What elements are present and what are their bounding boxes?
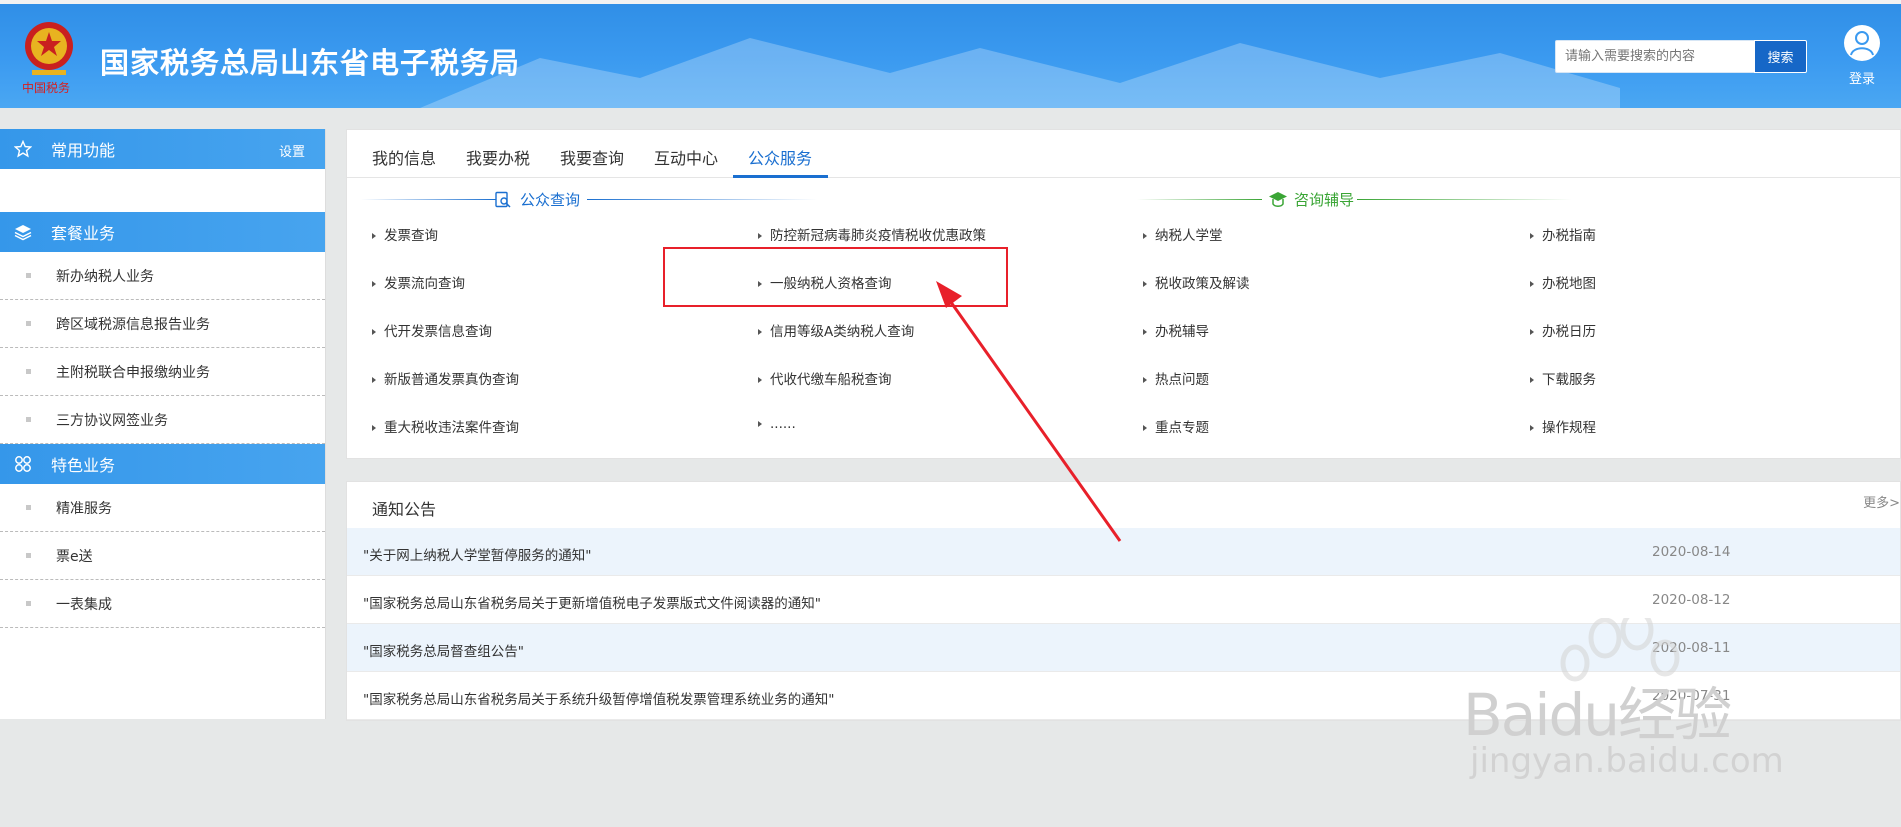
sidebar-item-label: 精准服务 <box>56 500 112 517</box>
link-tax-calendar[interactable]: 办税日历 <box>1530 320 1596 340</box>
notice-row-title[interactable]: "关于网上纳税人学堂暂停服务的通知" <box>363 544 591 564</box>
bullet-square <box>26 417 31 422</box>
sidebar-item-label: 新办纳税人业务 <box>56 268 154 285</box>
sidebar-item-cross-region[interactable]: 跨区域税源信息报告业务 <box>0 300 325 348</box>
link-invoice-flow-query[interactable]: 发票流向查询 <box>372 272 465 292</box>
sidebar-item-joint-declaration[interactable]: 主附税联合申报缴纳业务 <box>0 348 325 396</box>
notice-title: 通知公告 <box>372 500 437 519</box>
link-epidemic-policy[interactable]: 防控新冠病毒肺炎疫情税收优惠政策 <box>758 224 986 244</box>
bullet-square <box>26 273 31 278</box>
tax-emblem-logo: 中国税务 <box>22 22 73 95</box>
divider-line <box>587 199 817 200</box>
divider-line <box>1357 199 1572 200</box>
search-input[interactable] <box>1555 40 1755 73</box>
public-query-title: 公众查询 <box>520 191 581 209</box>
link-hot-issues[interactable]: 热点问题 <box>1143 368 1209 388</box>
sidebar-item-one-form[interactable]: 一表集成 <box>0 580 325 628</box>
layers-icon <box>14 223 32 241</box>
notice-row[interactable]: "关于网上纳税人学堂暂停服务的通知" 2020-08-14 <box>347 528 1900 576</box>
highlight-box <box>663 247 1008 307</box>
common-functions-header: 常用功能 设置 <box>0 129 325 169</box>
sidebar-item-precise-service[interactable]: 精准服务 <box>0 484 325 532</box>
sidebar: 常用功能 设置 套餐业务 新办纳税人业务 跨区域税源信息报告业务 主附税联合申报… <box>0 129 326 719</box>
sidebar-item-label: 三方协议网签业务 <box>56 412 168 429</box>
sidebar-item-label: 主附税联合申报缴纳业务 <box>56 364 210 381</box>
bullet-square <box>26 553 31 558</box>
link-tax-map[interactable]: 办税地图 <box>1530 272 1596 292</box>
notice-more-link[interactable]: 更多> <box>1863 492 1900 511</box>
notice-row-date: 2020-08-12 <box>1652 592 1731 608</box>
link-tax-violation-query[interactable]: 重大税收违法案件查询 <box>372 416 519 436</box>
tab-interaction[interactable]: 互动中心 <box>654 145 718 169</box>
bullet-square <box>26 505 31 510</box>
bullet-square <box>26 369 31 374</box>
consult-heading: 咨询辅导 <box>1268 189 1354 210</box>
bullet-square <box>26 601 31 606</box>
notice-row-title[interactable]: "国家税务总局山东省税务局关于更新增值税电子发票版式文件阅读器的通知" <box>363 592 821 612</box>
site-header: 中国税务 国家税务总局山东省电子税务局 搜索 登录 <box>0 0 1901 108</box>
divider-line <box>361 199 496 200</box>
watermark-brand: Baidu经验 <box>1463 681 1732 749</box>
public-query-heading: 公众查询 <box>494 189 580 210</box>
divider-line <box>1137 199 1262 200</box>
link-invoice-query[interactable]: 发票查询 <box>372 224 438 244</box>
sidebar-item-label: 一表集成 <box>56 596 112 613</box>
package-business-title: 套餐业务 <box>51 224 116 243</box>
link-operation-rules[interactable]: 操作规程 <box>1530 416 1596 436</box>
graduation-cap-icon <box>1269 191 1287 207</box>
link-key-topics[interactable]: 重点专题 <box>1143 416 1209 436</box>
grid-icon <box>14 455 32 473</box>
featured-business-title: 特色业务 <box>51 456 116 475</box>
svg-text:中国税务: 中国税务 <box>22 80 70 95</box>
login-label: 登录 <box>1848 72 1875 87</box>
mountain-decoration <box>420 38 1620 108</box>
sidebar-item-tripartite-agreement[interactable]: 三方协议网签业务 <box>0 396 325 444</box>
link-tax-tutoring[interactable]: 办税辅导 <box>1143 320 1209 340</box>
link-more-ellipsis[interactable]: ...... <box>758 416 796 432</box>
sidebar-item-invoice-delivery[interactable]: 票e送 <box>0 532 325 580</box>
active-tab-indicator <box>733 175 828 178</box>
user-avatar-icon <box>1844 25 1880 61</box>
notice-row-title[interactable]: "国家税务总局督查组公告" <box>363 640 524 660</box>
featured-business-header: 特色业务 <box>0 444 325 484</box>
link-taxpayer-school[interactable]: 纳税人学堂 <box>1143 224 1223 244</box>
link-credit-a-query[interactable]: 信用等级A类纳税人查询 <box>758 320 914 340</box>
star-icon <box>14 140 32 158</box>
link-issued-invoice-query[interactable]: 代开发票信息查询 <box>372 320 492 340</box>
sidebar-item-label: 跨区域税源信息报告业务 <box>56 316 210 333</box>
tab-my-info[interactable]: 我的信息 <box>372 145 436 169</box>
link-tax-guide[interactable]: 办税指南 <box>1530 224 1596 244</box>
package-business-header: 套餐业务 <box>0 212 325 252</box>
login-button[interactable]: 登录 <box>1838 24 1886 87</box>
watermark-url: jingyan.baidu.com <box>1470 741 1784 781</box>
services-panel: 我的信息 我要办税 我要查询 互动中心 公众服务 公众查询 咨询辅导 发票查询 … <box>346 129 1901 459</box>
document-search-icon <box>495 191 511 208</box>
link-vehicle-tax-query[interactable]: 代收代缴车船税查询 <box>758 368 892 388</box>
link-download-service[interactable]: 下载服务 <box>1530 368 1596 388</box>
link-invoice-authenticity-query[interactable]: 新版普通发票真伪查询 <box>372 368 519 388</box>
notice-row[interactable]: "国家税务总局山东省税务局关于更新增值税电子发票版式文件阅读器的通知" 2020… <box>347 576 1900 624</box>
settings-link[interactable]: 设置 <box>279 141 305 160</box>
main-tabs: 我的信息 我要办税 我要查询 互动中心 公众服务 <box>347 130 1900 178</box>
tab-public-service[interactable]: 公众服务 <box>748 145 812 169</box>
tab-handle-tax[interactable]: 我要办税 <box>466 145 530 169</box>
bullet-square <box>26 321 31 326</box>
consult-title: 咨询辅导 <box>1294 191 1355 209</box>
notice-row-title[interactable]: "国家税务总局山东省税务局关于系统升级暂停增值税发票管理系统业务的通知" <box>363 688 834 708</box>
browser-topline <box>0 0 1901 4</box>
sidebar-item-new-taxpayer[interactable]: 新办纳税人业务 <box>0 252 325 300</box>
sidebar-item-label: 票e送 <box>56 548 93 565</box>
tab-query[interactable]: 我要查询 <box>560 145 624 169</box>
link-tax-policy[interactable]: 税收政策及解读 <box>1143 272 1250 292</box>
common-functions-title: 常用功能 <box>51 141 116 160</box>
notice-row-date: 2020-08-14 <box>1652 544 1731 560</box>
common-functions-empty <box>0 169 325 212</box>
search-button[interactable]: 搜索 <box>1754 40 1807 73</box>
site-title: 国家税务总局山东省电子税务局 <box>100 46 521 80</box>
